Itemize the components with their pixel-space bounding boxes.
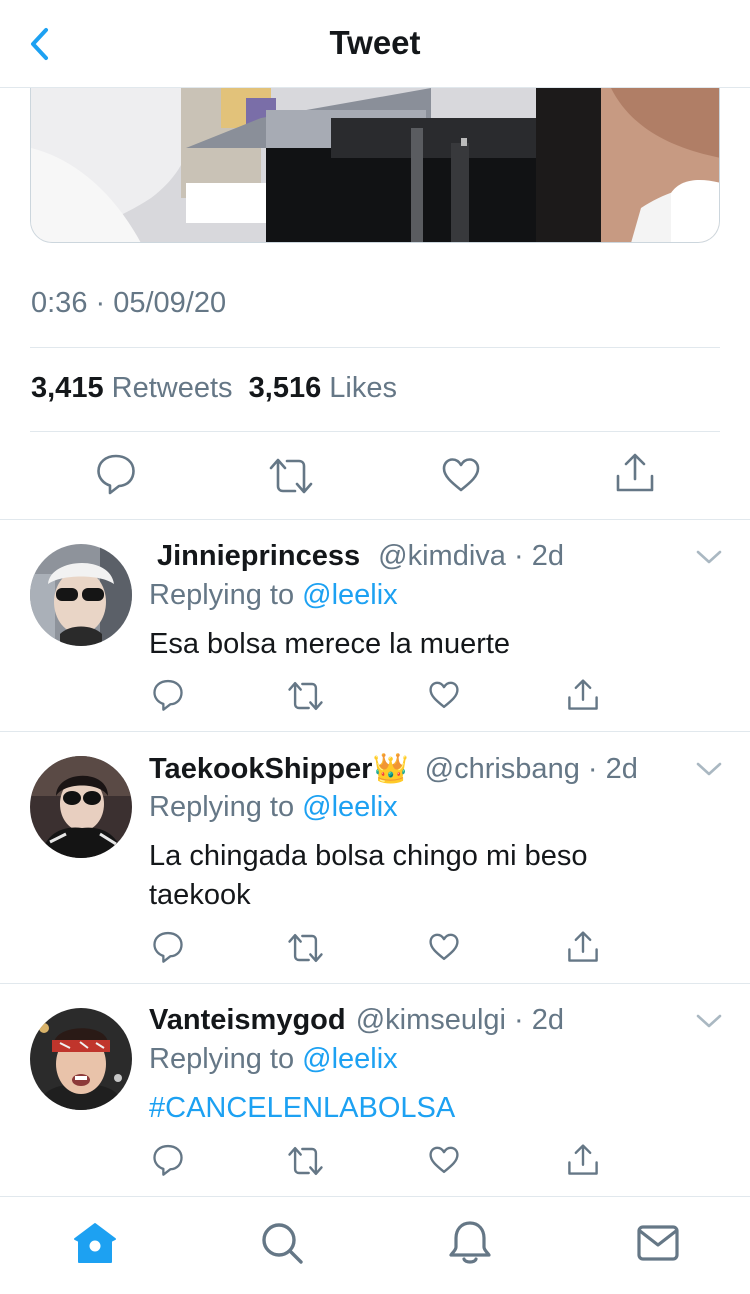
reply-button[interactable]	[152, 930, 184, 969]
share-button[interactable]	[567, 1143, 599, 1182]
reply-header: Vanteismygod @kimseulgi · 2d	[149, 1004, 565, 1036]
avatar[interactable]	[30, 544, 132, 646]
reply-header: TaekookShipper👑 @chrisbang · 2d	[149, 753, 638, 785]
notifications-icon	[449, 1221, 491, 1264]
replying-to-link[interactable]: @leelix	[302, 1043, 398, 1075]
like-button[interactable]	[428, 680, 460, 715]
tweet-stats: 3,415 Retweets 3,516 Likes	[31, 372, 397, 405]
avatar-image	[30, 544, 132, 646]
retweets-count: 3,415	[31, 372, 104, 404]
handle: @kimseulgi	[355, 1004, 506, 1036]
retweet-button[interactable]	[268, 456, 314, 501]
divider	[30, 347, 720, 348]
reply-text: Esa bolsa merece la muerte	[149, 628, 511, 660]
page-title: Tweet	[329, 24, 421, 61]
share-icon	[568, 1144, 598, 1175]
likes-stat[interactable]: 3,516 Likes	[249, 372, 397, 404]
tweet-action-bar	[0, 452, 750, 502]
reply-action-bar	[0, 1143, 750, 1193]
replying-to-link[interactable]: @leelix	[302, 579, 398, 611]
handle: @chrisbang	[424, 753, 580, 785]
bottom-tab-bar	[0, 1196, 750, 1294]
replying-to-link[interactable]: @leelix	[302, 791, 398, 823]
likes-label: Likes	[329, 372, 397, 404]
reply-button[interactable]	[96, 452, 136, 501]
divider	[30, 431, 720, 432]
tab-messages[interactable]	[634, 1219, 682, 1267]
share-icon	[568, 931, 598, 962]
chevron-down-icon	[696, 762, 722, 776]
chevron-down-icon	[696, 1014, 722, 1028]
retweet-button[interactable]	[287, 680, 324, 717]
retweet-icon	[269, 458, 313, 494]
tweet-video-thumbnail[interactable]	[30, 88, 720, 243]
reply-icon	[97, 454, 135, 495]
tab-search[interactable]	[258, 1219, 306, 1267]
retweet-icon	[288, 934, 323, 962]
more-options-button[interactable]	[692, 752, 726, 786]
hashtag-link[interactable]: #CANCELENLABOLSA	[149, 1089, 709, 1128]
retweets-stat[interactable]: 3,415 Retweets	[31, 372, 233, 404]
divider	[0, 731, 750, 732]
retweet-button[interactable]	[287, 1145, 324, 1182]
share-icon	[616, 453, 654, 492]
more-options-button[interactable]	[692, 1004, 726, 1038]
tab-notifications[interactable]	[446, 1219, 494, 1267]
reply-icon	[153, 679, 183, 711]
avatar[interactable]	[30, 1008, 132, 1110]
reply-time: 2d	[531, 1004, 565, 1036]
home-icon	[74, 1223, 116, 1263]
reply-icon	[153, 931, 183, 963]
replying-to: Replying to @leelix	[149, 791, 398, 824]
share-button[interactable]	[567, 678, 599, 717]
reply-time: 2d	[605, 753, 638, 785]
search-icon	[262, 1223, 303, 1264]
messages-icon	[637, 1225, 679, 1261]
like-icon	[429, 1146, 459, 1174]
retweet-button[interactable]	[287, 932, 324, 969]
video-frame-image	[31, 88, 719, 242]
display-name[interactable]: TaekookShipper👑	[149, 753, 409, 785]
avatar-image	[30, 756, 132, 858]
likes-count: 3,516	[248, 372, 322, 404]
avatar-image	[30, 1008, 132, 1110]
top-navigation-bar: Tweet	[0, 0, 750, 88]
like-icon	[429, 933, 459, 961]
retweet-icon	[288, 1147, 323, 1175]
more-options-button[interactable]	[692, 540, 726, 574]
reply-action-bar	[0, 930, 750, 980]
like-icon	[429, 681, 459, 709]
avatar[interactable]	[30, 756, 132, 858]
divider	[0, 983, 750, 984]
share-button[interactable]	[615, 452, 655, 499]
like-button[interactable]	[428, 1145, 460, 1180]
chevron-down-icon	[696, 550, 722, 564]
tweet-timestamp: 0:36 · 05/09/20	[31, 287, 227, 319]
reply-icon	[153, 1144, 183, 1176]
replying-to-label: Replying to	[149, 1043, 295, 1075]
reply-button[interactable]	[152, 678, 184, 717]
share-button[interactable]	[567, 930, 599, 969]
display-name[interactable]: Vanteismygod	[149, 1004, 346, 1036]
like-button[interactable]	[441, 456, 481, 499]
divider	[0, 519, 750, 520]
reply-time: 2d	[531, 540, 564, 572]
like-icon	[442, 458, 480, 492]
reply-header: Jinnieprincess @kimdiva · 2d	[157, 540, 564, 572]
share-icon	[568, 679, 598, 710]
replying-to-label: Replying to	[149, 579, 295, 611]
handle: @kimdiva	[378, 540, 506, 572]
reply-button[interactable]	[152, 1143, 184, 1182]
replying-to-label: Replying to	[149, 791, 295, 823]
tab-home[interactable]	[71, 1219, 119, 1267]
retweets-label: Retweets	[111, 372, 233, 404]
replying-to: Replying to @leelix	[149, 1043, 398, 1076]
reply-text: La chingada bolsa chingo mi beso taekook	[149, 840, 588, 911]
reply-action-bar	[0, 678, 750, 728]
retweet-icon	[288, 682, 323, 710]
display-name[interactable]: Jinnieprincess	[157, 540, 360, 572]
like-button[interactable]	[428, 932, 460, 967]
replying-to: Replying to @leelix	[149, 579, 398, 612]
